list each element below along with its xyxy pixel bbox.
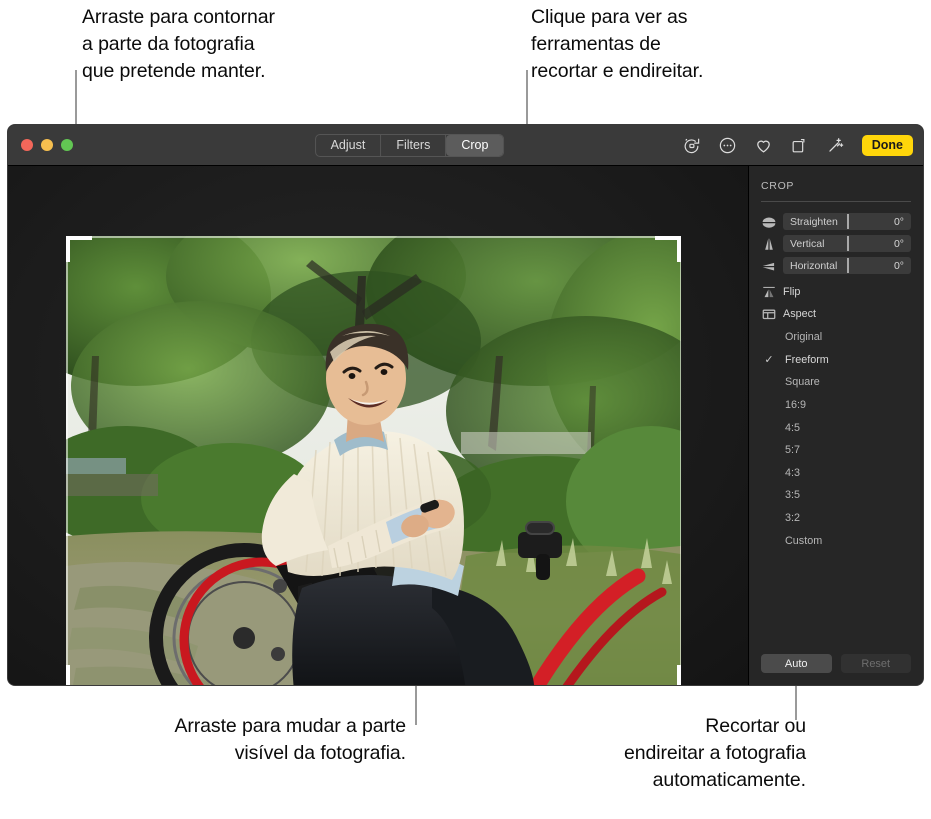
aspect-option-16-9[interactable]: 16:9 (761, 394, 911, 417)
callout-top-right: Clique para ver as ferramentas de recort… (531, 6, 704, 82)
photos-editor-window: Adjust Filters Crop Done CROP Straighten… (8, 125, 923, 685)
horizontal-perspective-icon (761, 259, 777, 273)
heart-icon[interactable] (754, 136, 773, 155)
callout-top-left: Arraste para contornar a parte da fotogr… (82, 6, 275, 82)
aspect-option-label: 4:3 (785, 466, 801, 479)
aspect-icon (761, 307, 777, 321)
straighten-value: 0° (893, 215, 904, 228)
aspect-option-label: Custom (785, 534, 823, 547)
aspect-option-3-2[interactable]: 3:2 (761, 507, 911, 530)
crop-edge-top[interactable] (92, 236, 655, 238)
aspect-option-label: 3:5 (785, 489, 801, 502)
aspect-option-original[interactable]: Original (761, 326, 911, 349)
compare-icon[interactable] (790, 136, 809, 155)
aspect-option-freeform[interactable]: ✓ Freeform (761, 349, 911, 372)
sidebar-action-buttons: Auto Reset (761, 654, 911, 673)
vertical-label: Vertical (790, 237, 825, 250)
crop-handle-bottom-left[interactable] (66, 665, 70, 685)
aspect-option-label: Freeform (785, 353, 829, 366)
aspect-option-label: Original (785, 331, 823, 344)
aspect-option-label: 16:9 (785, 399, 807, 412)
rotate-counterclockwise-icon[interactable] (682, 136, 701, 155)
zoom-window-button[interactable] (61, 139, 73, 151)
vertical-value: 0° (893, 237, 904, 250)
reset-button[interactable]: Reset (840, 654, 911, 673)
aspect-option-square[interactable]: Square (761, 371, 911, 394)
tab-filters[interactable]: Filters (381, 134, 447, 156)
aspect-option-3-5[interactable]: 3:5 (761, 484, 911, 507)
crop-handle-bottom-right[interactable] (677, 665, 681, 685)
straighten-slider[interactable]: Straighten 0° (783, 213, 911, 230)
aspect-option-5-7[interactable]: 5:7 (761, 439, 911, 462)
horizontal-label: Horizontal (790, 259, 838, 272)
minimize-window-button[interactable] (41, 139, 53, 151)
sidebar-section-title: CROP (761, 180, 795, 192)
callout-bottom-right: Recortar ou endireitar a fotografia auto… (624, 715, 806, 791)
flip-label: Flip (783, 286, 801, 298)
photo-image[interactable] (66, 236, 681, 685)
aspect-option-label: 4:5 (785, 421, 801, 434)
aspect-option-custom[interactable]: Custom (761, 529, 911, 552)
close-window-button[interactable] (21, 139, 33, 151)
slider-row-vertical[interactable]: Vertical 0° (761, 235, 911, 252)
aspect-options-list: Original ✓ Freeform Square 16:9 4:5 5:7 … (761, 326, 911, 552)
enhance-magic-wand-icon[interactable] (826, 136, 845, 155)
crop-handle-top-left[interactable] (66, 236, 70, 262)
slider-row-straighten[interactable]: Straighten 0° (761, 213, 911, 230)
aspect-option-4-5[interactable]: 4:5 (761, 416, 911, 439)
aspect-label: Aspect (783, 308, 817, 320)
straighten-slider-knob[interactable] (847, 214, 849, 229)
crop-edge-right[interactable] (679, 262, 681, 665)
done-button[interactable]: Done (861, 134, 913, 156)
window-body: CROP Straighten 0° Vertical 0° Horizonta… (8, 166, 923, 685)
option-row-flip[interactable]: Flip (761, 283, 911, 301)
titlebar-tools: Done (682, 134, 913, 156)
callout-bottom-left: Arraste para mudar a parte visível da fo… (174, 715, 406, 764)
window-titlebar: Adjust Filters Crop Done (8, 125, 923, 166)
slider-row-horizontal[interactable]: Horizontal 0° (761, 257, 911, 274)
aspect-option-label: 5:7 (785, 444, 801, 457)
tab-adjust[interactable]: Adjust (316, 134, 382, 156)
aspect-option-4-3[interactable]: 4:3 (761, 462, 911, 485)
crop-frame[interactable] (66, 236, 681, 685)
checkmark-icon: ✓ (764, 354, 774, 367)
tab-crop[interactable]: Crop (446, 134, 504, 156)
horizontal-slider[interactable]: Horizontal 0° (783, 257, 911, 274)
more-options-icon[interactable] (718, 136, 737, 155)
horizontal-slider-knob[interactable] (847, 258, 849, 273)
horizontal-value: 0° (893, 259, 904, 272)
window-traffic-lights[interactable] (8, 139, 73, 151)
sidebar-divider (761, 201, 911, 202)
option-row-aspect[interactable]: Aspect (761, 305, 911, 323)
aspect-option-label: 3:2 (785, 512, 801, 525)
auto-button[interactable]: Auto (761, 654, 832, 673)
aspect-option-label: Square (785, 376, 820, 389)
flip-icon (761, 285, 777, 299)
vertical-slider[interactable]: Vertical 0° (783, 235, 911, 252)
crop-sidebar: CROP Straighten 0° Vertical 0° Horizonta… (748, 166, 923, 685)
photo-canvas[interactable] (8, 166, 748, 685)
edit-mode-segmented-control[interactable]: Adjust Filters Crop (314, 133, 505, 157)
crop-handle-top-right[interactable] (677, 236, 681, 262)
screenshot-root: Arraste para contornar a parte da fotogr… (0, 0, 931, 819)
vertical-slider-knob[interactable] (847, 236, 849, 251)
straighten-label: Straighten (790, 215, 838, 228)
vertical-perspective-icon (761, 237, 777, 251)
crop-edge-left[interactable] (66, 262, 68, 665)
straighten-icon (761, 215, 777, 229)
